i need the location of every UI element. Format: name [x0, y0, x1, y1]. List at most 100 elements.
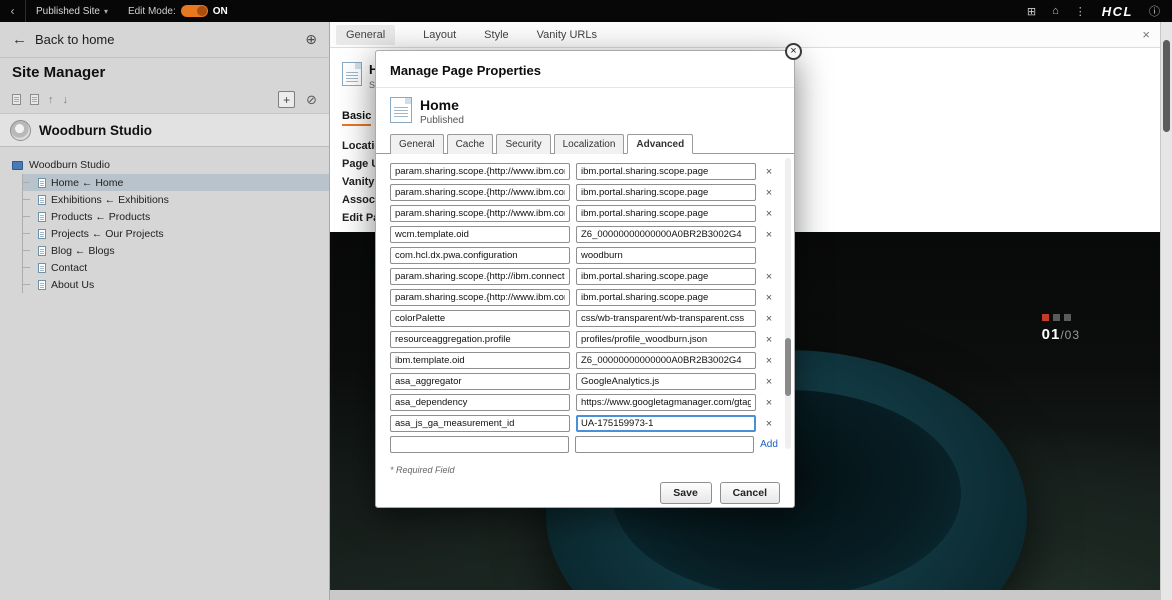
- restrict-icon[interactable]: ⊘: [306, 92, 317, 108]
- bottom-strip: [330, 590, 1160, 600]
- param-row: ×: [390, 373, 780, 390]
- remove-param-icon[interactable]: ×: [762, 187, 776, 199]
- tree-item[interactable]: Exhibitions ← Exhibitions: [23, 191, 329, 208]
- param-value-input[interactable]: [576, 205, 756, 222]
- cancel-button[interactable]: Cancel: [720, 482, 780, 504]
- param-key-input[interactable]: [390, 247, 570, 264]
- param-value-input[interactable]: [576, 247, 756, 264]
- param-value-input[interactable]: [576, 373, 756, 390]
- copy-page-icon[interactable]: [30, 94, 39, 105]
- tree-root-item[interactable]: Woodburn Studio: [8, 156, 329, 174]
- param-row: ×: [390, 394, 780, 411]
- window-scrollbar[interactable]: [1160, 22, 1172, 600]
- tree-item[interactable]: About Us: [23, 276, 329, 293]
- tree-item-label: Exhibitions ← Exhibitions: [51, 194, 169, 206]
- panel-close-icon[interactable]: ×: [1142, 27, 1150, 42]
- carousel-square[interactable]: [1042, 314, 1049, 321]
- param-value-input[interactable]: [576, 268, 756, 285]
- main-tab[interactable]: Vanity URLs: [537, 29, 597, 41]
- param-key-input[interactable]: [390, 373, 570, 390]
- param-key-input[interactable]: [390, 205, 570, 222]
- modal-tab[interactable]: Cache: [447, 134, 494, 154]
- tree-item[interactable]: Home ← Home: [23, 174, 329, 191]
- main-tab-bar: General Layout Style Vanity URLs ×: [330, 22, 1160, 48]
- remove-param-icon[interactable]: ×: [762, 376, 776, 388]
- param-key-input[interactable]: [390, 310, 570, 327]
- window-scrollbar-thumb[interactable]: [1163, 40, 1170, 132]
- param-row: ×: [390, 352, 780, 369]
- param-value-input[interactable]: [576, 310, 756, 327]
- remove-param-icon[interactable]: ×: [762, 229, 776, 241]
- param-key-input[interactable]: [390, 352, 570, 369]
- tree-item-label: Products ← Products: [51, 211, 150, 223]
- modal-tab[interactable]: Security: [496, 134, 550, 154]
- modal-close-icon[interactable]: ×: [785, 43, 802, 60]
- move-down-icon[interactable]: ↓: [63, 94, 69, 106]
- param-key-input[interactable]: [390, 415, 570, 432]
- advanced-parameters: × × × ×: [376, 154, 794, 453]
- tree-item[interactable]: Blog ← Blogs: [23, 242, 329, 259]
- remove-param-icon[interactable]: ×: [762, 271, 776, 283]
- param-key-input[interactable]: [390, 394, 570, 411]
- param-key-input[interactable]: [390, 163, 570, 180]
- move-up-icon[interactable]: ↑: [48, 94, 54, 106]
- remove-param-icon[interactable]: ×: [762, 313, 776, 325]
- param-key-input[interactable]: [390, 184, 570, 201]
- modal-tab[interactable]: Localization: [554, 134, 625, 154]
- param-value-input[interactable]: [576, 163, 756, 180]
- modal-scrollbar-thumb[interactable]: [785, 338, 791, 396]
- param-key-input[interactable]: [390, 331, 570, 348]
- tree-item[interactable]: Products ← Products: [23, 208, 329, 225]
- sidebar-title: Site Manager: [0, 58, 329, 86]
- param-value-input[interactable]: [576, 394, 756, 411]
- new-page-icon[interactable]: [12, 94, 21, 105]
- info-icon[interactable]: ⓘ: [1149, 3, 1160, 19]
- remove-param-icon[interactable]: ×: [762, 418, 776, 430]
- new-param-value-input[interactable]: [575, 436, 754, 453]
- param-value-input[interactable]: [576, 289, 756, 306]
- modal-tab[interactable]: Advanced: [627, 134, 693, 154]
- edit-mode-toggle[interactable]: [181, 5, 208, 17]
- param-value-input[interactable]: [576, 184, 756, 201]
- site-selector-dropdown[interactable]: Published Site ▾: [36, 6, 108, 17]
- tree-root-label: Woodburn Studio: [29, 159, 110, 171]
- expand-plus-circle-icon[interactable]: ⊕: [305, 31, 317, 48]
- modal-scrollbar[interactable]: [785, 158, 791, 449]
- back-to-home-link[interactable]: ← Back to home ⊕: [0, 22, 329, 58]
- main-tab[interactable]: Style: [484, 29, 508, 41]
- add-page-button[interactable]: +: [278, 91, 295, 108]
- remove-param-icon[interactable]: ×: [762, 397, 776, 409]
- param-key-input[interactable]: [390, 289, 570, 306]
- main-tab[interactable]: General: [336, 25, 395, 45]
- site-brand-row[interactable]: Woodburn Studio: [0, 114, 329, 147]
- modal-tab[interactable]: General: [390, 134, 444, 154]
- main-tab[interactable]: Layout: [423, 29, 456, 41]
- tree-item[interactable]: Projects ← Our Projects: [23, 225, 329, 242]
- kebab-menu-icon[interactable]: ⋮: [1075, 5, 1086, 18]
- add-param-link[interactable]: Add: [760, 439, 780, 450]
- carousel-square[interactable]: [1064, 314, 1071, 321]
- remove-param-icon[interactable]: ×: [762, 355, 776, 367]
- back-button[interactable]: ‹: [0, 0, 26, 22]
- param-key-input[interactable]: [390, 226, 570, 243]
- tree-item[interactable]: Contact: [23, 259, 329, 276]
- remove-param-icon[interactable]: ×: [762, 292, 776, 304]
- remove-param-icon[interactable]: ×: [762, 208, 776, 220]
- new-param-key-input[interactable]: [390, 436, 569, 453]
- modal-buttons: Save Cancel: [376, 475, 794, 504]
- param-key-input[interactable]: [390, 268, 570, 285]
- panel-grid-icon[interactable]: ⊞: [1027, 5, 1036, 18]
- home-icon[interactable]: ⌂: [1052, 5, 1059, 17]
- woodburn-logo: [10, 120, 31, 141]
- param-value-input[interactable]: [576, 331, 756, 348]
- tree-item-label: Home ← Home: [51, 177, 123, 189]
- save-button[interactable]: Save: [660, 482, 712, 504]
- param-value-input[interactable]: [576, 352, 756, 369]
- remove-param-icon[interactable]: ×: [762, 334, 776, 346]
- param-row: ×: [390, 289, 780, 306]
- param-value-input[interactable]: [576, 415, 756, 432]
- carousel-square[interactable]: [1053, 314, 1060, 321]
- remove-param-icon[interactable]: ×: [762, 166, 776, 178]
- subtab[interactable]: Basic: [342, 110, 371, 126]
- param-value-input[interactable]: [576, 226, 756, 243]
